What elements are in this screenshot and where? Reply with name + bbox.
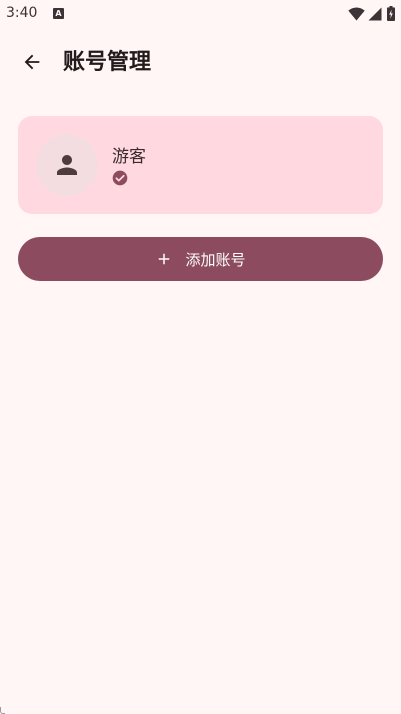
wifi-icon (348, 7, 365, 20)
battery-icon (387, 6, 395, 21)
notification-icon: A (53, 8, 64, 19)
app-bar: 账号管理 (0, 40, 401, 86)
account-name: 游客 (112, 147, 146, 167)
cell-signal-icon (368, 7, 382, 20)
add-icon (159, 253, 170, 265)
check-circle-icon (112, 170, 128, 186)
add-account-button[interactable]: 添加账号 (18, 237, 383, 281)
arrow-back-icon (24, 54, 40, 70)
avatar (36, 134, 98, 196)
back-button[interactable] (16, 46, 48, 78)
status-icons (348, 6, 395, 21)
person-icon (57, 155, 77, 175)
page-title: 账号管理 (63, 50, 152, 75)
add-account-label: 添加账号 (185, 250, 246, 269)
corner-decoration (0, 707, 5, 714)
status-bar: 3:40 A (0, 0, 401, 28)
account-card[interactable]: 游客 (18, 116, 383, 214)
status-time: 3:40 (6, 5, 38, 21)
